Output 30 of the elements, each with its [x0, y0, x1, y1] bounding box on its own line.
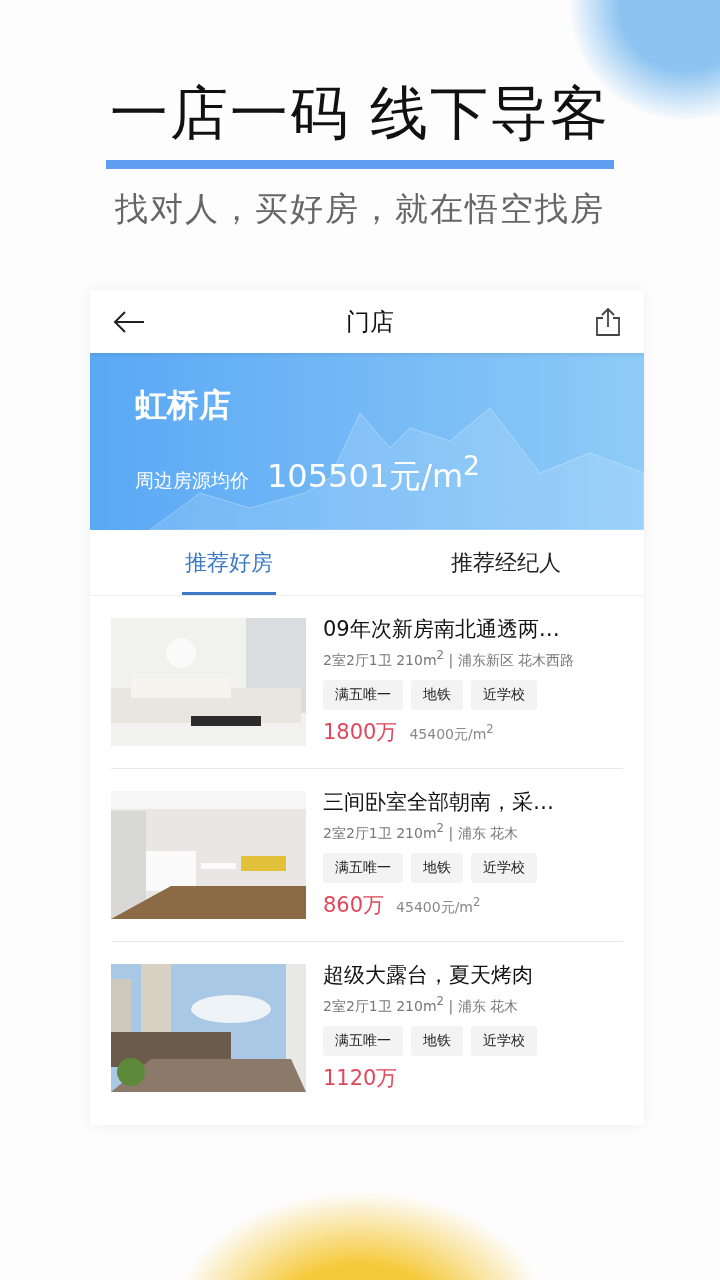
listing-details: 2室2厅1卫 210m$^{2}$ | 浦东 花木 — [323, 994, 520, 1016]
store-name: 虹桥店 — [135, 385, 232, 427]
feature-tag: 近学校 — [471, 1025, 537, 1056]
feature-tag: 近学校 — [471, 679, 537, 710]
feature-tag: 满五唯一 — [323, 679, 403, 710]
feature-tag: 满五唯一 — [323, 1025, 403, 1056]
feature-tag: 地铁 — [411, 852, 463, 883]
listing-price: 1800万 — [323, 718, 398, 746]
listing-title[interactable]: 超级大露台，夏天烤肉 — [323, 961, 537, 989]
listing-title[interactable]: 09年次新房南北通透两… — [323, 615, 575, 643]
feature-tag: 地铁 — [411, 679, 463, 710]
average-price: 105501元/m$^{2}$ — [267, 450, 481, 497]
unit-price: 45400元/m$^{2}$ — [409, 722, 494, 744]
listing-price: 860万 — [323, 891, 385, 919]
page-title: 门店 — [346, 306, 394, 338]
feature-tag: 近学校 — [471, 852, 537, 883]
back-arrow-icon[interactable] — [112, 309, 146, 334]
listing-title[interactable]: 三间卧室全部朝南，采… — [323, 788, 554, 816]
tab[interactable]: 推荐好房 — [90, 530, 367, 595]
tab[interactable]: 推荐经纪人 — [367, 530, 644, 595]
listing-details: 2室2厅1卫 210m$^{2}$ | 浦东 花木 — [323, 821, 520, 843]
feature-tag: 满五唯一 — [323, 852, 403, 883]
listing-details: 2室2厅1卫 210m$^{2}$ | 浦东新区 花木西路 — [323, 648, 575, 670]
headline: 一店一码 线下导客 — [109, 78, 611, 148]
tagline: 找对人，买好房，就在悟空找房 — [115, 188, 605, 230]
listing-price: 1120万 — [323, 1064, 398, 1092]
unit-price: 45400元/m$^{2}$ — [396, 895, 481, 917]
price-label: 周边房源均价 — [135, 467, 249, 493]
share-icon[interactable] — [594, 306, 622, 337]
feature-tag: 地铁 — [411, 1025, 463, 1056]
